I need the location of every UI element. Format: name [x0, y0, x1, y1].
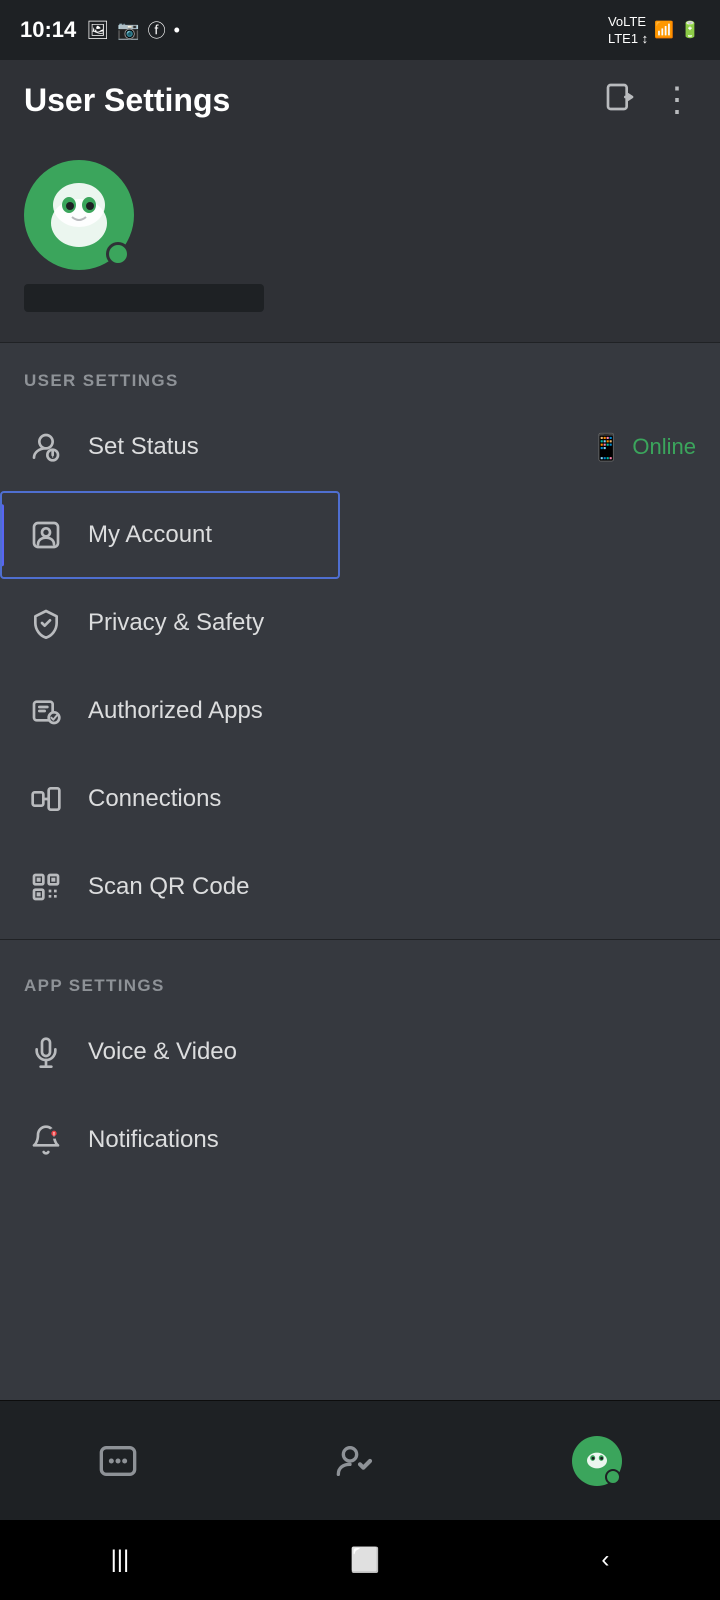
menu-item-set-status[interactable]: Set Status 📱 Online: [0, 403, 720, 491]
dot-indicator: •: [174, 20, 180, 41]
authorized-apps-icon: [24, 689, 68, 733]
connections-icon: [24, 777, 68, 821]
phone-online-icon: 📱: [590, 432, 622, 463]
status-bar-right: VoLTE LTE1 ↕ 📶 🔋: [608, 13, 700, 47]
my-account-icon: [24, 513, 68, 557]
nav-item-friends[interactable]: [335, 1441, 375, 1481]
carrier-text: VoLTE LTE1 ↕: [608, 13, 648, 47]
status-icons: 🖼 📷 ⓕ •: [86, 17, 180, 43]
android-recent-button[interactable]: |||: [111, 1546, 130, 1574]
scan-qr-label: Scan QR Code: [88, 873, 249, 901]
avatar-wrapper: [24, 160, 134, 270]
settings-divider: [0, 939, 720, 940]
notifications-label: Notifications: [88, 1126, 219, 1154]
scan-qr-icon: [24, 865, 68, 909]
my-account-label: My Account: [88, 521, 212, 549]
voice-video-label: Voice & Video: [88, 1038, 237, 1066]
battery-icon: 🔋: [680, 20, 700, 40]
privacy-safety-label: Privacy & Safety: [88, 609, 264, 637]
connections-label: Connections: [88, 785, 221, 813]
status-time: 10:14: [20, 17, 76, 43]
nav-item-profile[interactable]: [572, 1436, 622, 1486]
set-status-icon: [24, 425, 68, 469]
logout-icon[interactable]: [604, 81, 636, 120]
avatar-status-indicator: [106, 242, 130, 266]
profile-section: [0, 140, 720, 343]
android-back-button[interactable]: ‹: [601, 1546, 609, 1574]
instagram-icon: 📷: [117, 20, 139, 41]
menu-item-notifications[interactable]: ! Notifications: [0, 1096, 720, 1184]
authorized-apps-label: Authorized Apps: [88, 697, 263, 725]
page-title: User Settings: [24, 82, 230, 119]
more-options-icon[interactable]: ⋮: [660, 80, 696, 120]
menu-item-privacy-safety[interactable]: Privacy & Safety: [0, 579, 720, 667]
bottom-nav: [0, 1400, 720, 1520]
gallery-icon: 🖼: [86, 20, 109, 41]
header-actions: ⋮: [604, 80, 696, 120]
status-bar-left: 10:14 🖼 📷 ⓕ •: [20, 17, 180, 43]
menu-item-authorized-apps[interactable]: Authorized Apps: [0, 667, 720, 755]
facebook-icon: ⓕ: [148, 17, 166, 43]
header: User Settings ⋮: [0, 60, 720, 140]
menu-item-my-account[interactable]: My Account: [0, 491, 720, 579]
menu-item-scan-qr[interactable]: Scan QR Code: [0, 843, 720, 931]
status-right: 📱 Online: [590, 432, 696, 463]
nav-item-chat[interactable]: [98, 1441, 138, 1481]
app-settings-section-header: APP SETTINGS: [0, 948, 720, 1008]
android-home-button[interactable]: ⬜: [350, 1546, 380, 1575]
signal-icon: 📶: [654, 20, 674, 40]
voice-video-icon: [24, 1030, 68, 1074]
set-status-label: Set Status: [88, 433, 199, 461]
username-redacted: [24, 284, 264, 312]
online-status-text: Online: [632, 434, 696, 460]
settings-content: USER SETTINGS Set Status 📱 Online: [0, 343, 720, 1400]
notifications-icon: !: [24, 1118, 68, 1162]
status-bar: 10:14 🖼 📷 ⓕ • VoLTE LTE1 ↕ 📶 🔋: [0, 0, 720, 60]
menu-item-connections[interactable]: Connections: [0, 755, 720, 843]
user-settings-section-header: USER SETTINGS: [0, 343, 720, 403]
svg-text:!: !: [53, 1132, 55, 1139]
privacy-safety-icon: [24, 601, 68, 645]
android-nav: ||| ⬜ ‹: [0, 1520, 720, 1600]
menu-item-voice-video[interactable]: Voice & Video: [0, 1008, 720, 1096]
